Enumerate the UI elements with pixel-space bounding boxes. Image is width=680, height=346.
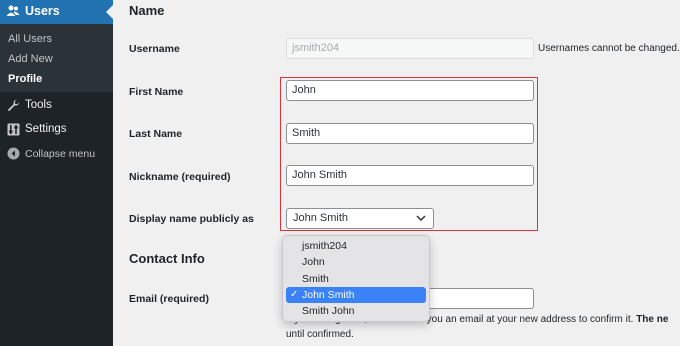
email-description-line2: until confirmed.	[286, 329, 354, 340]
dropdown-option-label: John Smith	[302, 288, 355, 301]
sidebar-item-tools[interactable]: Tools	[0, 96, 113, 118]
dropdown-option-label: John	[302, 256, 325, 269]
sidebar-item-label: Tools	[25, 99, 52, 111]
sidebar-item-settings[interactable]: Settings	[0, 120, 113, 142]
name-section-title: Name	[129, 3, 165, 18]
check-icon: ✓	[290, 288, 299, 300]
sidebar-item-users[interactable]: Users	[0, 0, 113, 24]
display-name-select[interactable]: John Smith	[286, 208, 434, 229]
dropdown-option-label: Smith	[302, 272, 329, 285]
sidebar-item-label: Settings	[25, 123, 67, 135]
nickname-input[interactable]: John Smith	[286, 165, 534, 186]
username-input: jsmith204	[286, 38, 534, 59]
collapse-menu-button[interactable]: Collapse menu	[0, 144, 113, 166]
dropdown-option-label: jsmith204	[302, 240, 347, 252]
dropdown-option-label: Smith John	[302, 305, 355, 318]
username-description: Usernames cannot be changed.	[538, 43, 680, 54]
last-name-input[interactable]: Smith	[286, 123, 534, 144]
submenu-add-new[interactable]: Add New	[8, 53, 53, 65]
display-name-label: Display name publicly as	[129, 213, 254, 225]
dropdown-option[interactable]: jsmith204	[286, 238, 426, 254]
sidebar-item-label: Users	[25, 4, 60, 18]
display-name-dropdown: jsmith204 John Smith ✓ John Smith Smith …	[282, 235, 430, 322]
dropdown-option[interactable]: John	[286, 254, 426, 270]
dropdown-option[interactable]: Smith	[286, 271, 426, 287]
collapse-menu-label: Collapse menu	[25, 148, 96, 160]
chevron-down-icon	[416, 215, 426, 222]
nickname-label: Nickname (required)	[129, 171, 231, 183]
email-label: Email (required)	[129, 293, 209, 305]
submenu-profile[interactable]: Profile	[8, 73, 42, 85]
users-icon	[6, 5, 20, 16]
first-name-input[interactable]: John	[286, 80, 534, 101]
dropdown-option-selected[interactable]: ✓ John Smith	[286, 286, 426, 304]
users-submenu: All Users Add New Profile	[0, 24, 113, 92]
dropdown-option[interactable]: Smith John	[286, 303, 426, 319]
submenu-all-users[interactable]: All Users	[8, 33, 52, 45]
email-description-bold: The ne	[636, 314, 669, 325]
admin-sidebar: Users All Users Add New Profile Tools Se…	[0, 0, 113, 346]
display-name-select-value: John Smith	[293, 212, 349, 224]
contact-info-title: Contact Info	[129, 251, 205, 266]
settings-icon	[7, 123, 20, 136]
collapse-icon	[7, 147, 20, 160]
wrench-icon	[7, 99, 20, 112]
current-menu-arrow	[106, 5, 113, 19]
last-name-label: Last Name	[129, 128, 183, 140]
username-label: Username	[129, 43, 180, 55]
first-name-label: First Name	[129, 86, 184, 98]
